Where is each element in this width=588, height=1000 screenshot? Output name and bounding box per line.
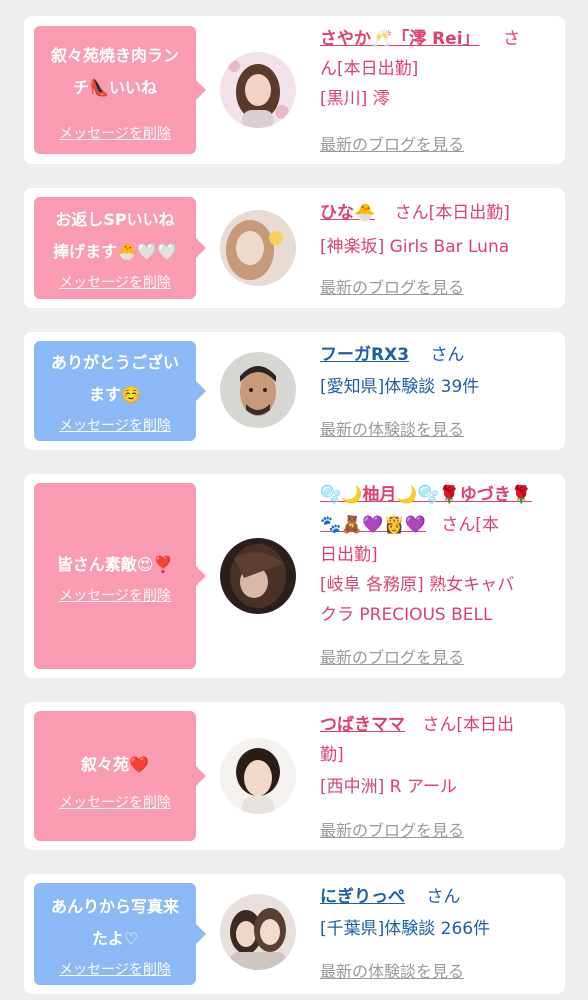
user-name-link[interactable]: さやか🥂「澪 Rei」 (320, 29, 480, 49)
avatar[interactable] (220, 538, 296, 614)
avatar[interactable] (220, 738, 296, 814)
avatar[interactable] (220, 210, 296, 286)
message-card: あんりから写真来 たよ♡ メッセージを削除 にぎりっぺ さん [千葉県]体験談 … (24, 874, 565, 994)
message-text: 叙々苑焼き肉ラン チ👠いいね (50, 46, 179, 97)
user-suffix: 日出勤] (320, 545, 378, 565)
user-shop: [黒川] 澪 (320, 89, 390, 109)
message-text: 皆さん素敵😍❣️ (56, 555, 174, 574)
user-suffix: さん[本日出勤] (394, 203, 510, 223)
user-name-link[interactable]: にぎりっぺ (320, 887, 405, 907)
user-suffix: さん[本日出 (422, 715, 515, 735)
message-card: お返しSPいいね 捧げます🐣🤍🤍 メッセージを削除 ひな🐣 さん[本日出勤] [… (24, 188, 565, 308)
user-info: フーガRX3 さん [愛知県]体験談 39件 (320, 340, 550, 402)
avatar-man-icon (220, 352, 296, 428)
user-stats: [千葉県]体験談 266件 (320, 919, 491, 939)
user-shop: [神楽坂] Girls Bar Luna (320, 237, 510, 257)
delete-message-link[interactable]: メッセージを削除 (34, 415, 196, 435)
latest-review-link[interactable]: 最新の体験談を見る (320, 958, 464, 982)
message-card: 叙々苑❤️ メッセージを削除 つばきママ さん[本日出 勤] [西中洲] R ア… (24, 702, 565, 850)
latest-blog-link[interactable]: 最新のブログを見る (320, 817, 464, 841)
delete-message-link[interactable]: メッセージを削除 (34, 959, 196, 979)
delete-message-link[interactable]: メッセージを削除 (34, 123, 196, 143)
message-bubble: あんりから写真来 たよ♡ メッセージを削除 (34, 883, 206, 985)
message-bubble: 叙々苑焼き肉ラン チ👠いいね メッセージを削除 (34, 26, 206, 154)
avatar[interactable] (220, 52, 296, 128)
user-shop: クラ PRECIOUS BELL (320, 605, 493, 625)
user-suffix: さ (502, 29, 520, 49)
user-suffix: 勤] (320, 745, 344, 765)
avatar[interactable] (220, 894, 296, 970)
latest-blog-link[interactable]: 最新のブログを見る (320, 644, 464, 668)
message-text: お返しSPいいね 捧げます🐣🤍🤍 (53, 210, 177, 261)
user-name-link[interactable]: 🫧🌙柚月🌙🫧🌹ゆづき🌹🐾🧸💜👸💜 (320, 485, 532, 535)
message-card: 叙々苑焼き肉ラン チ👠いいね メッセージを削除 さやか🥂「澪 Rei」 さ ん[… (24, 16, 565, 164)
user-suffix: さん[本 (441, 515, 499, 535)
user-name-link[interactable]: フーガRX3 (320, 345, 409, 365)
user-name-link[interactable]: つばきママ (320, 715, 405, 735)
message-card: ありがとうござい ます☺️ メッセージを削除 フーガRX3 さん [愛知県]体験… (24, 332, 565, 450)
avatar-couple-icon (220, 894, 296, 970)
message-bubble: 皆さん素敵😍❣️ メッセージを削除 (34, 483, 206, 669)
user-suffix: さん (426, 887, 461, 907)
delete-message-link[interactable]: メッセージを削除 (34, 792, 196, 812)
user-info: 🫧🌙柚月🌙🫧🌹ゆづき🌹🐾🧸💜👸💜 さん[本 日出勤] [岐阜 各務原] 熟女キャ… (320, 480, 552, 630)
user-shop: [西中洲] R アール (320, 777, 457, 797)
latest-blog-link[interactable]: 最新のブログを見る (320, 131, 464, 155)
message-text: 叙々苑❤️ (81, 755, 149, 774)
avatar-woman-icon (220, 738, 296, 814)
avatar[interactable] (220, 352, 296, 428)
user-info: つばきママ さん[本日出 勤] [西中洲] R アール (320, 710, 550, 802)
delete-message-link[interactable]: メッセージを削除 (34, 585, 196, 605)
message-bubble: ありがとうござい ます☺️ メッセージを削除 (34, 341, 206, 441)
message-text: あんりから写真来 たよ♡ (50, 897, 179, 948)
user-info: さやか🥂「澪 Rei」 さ ん[本日出勤] [黒川] 澪 (320, 24, 550, 114)
avatar-woman-icon (220, 210, 296, 286)
message-text: ありがとうござい ます☺️ (50, 353, 179, 404)
delete-message-link[interactable]: メッセージを削除 (34, 272, 196, 292)
user-shop: [岐阜 各務原] 熟女キャバ (320, 575, 515, 595)
user-info: ひな🐣 さん[本日出勤] [神楽坂] Girls Bar Luna (320, 198, 550, 262)
latest-review-link[interactable]: 最新の体験談を見る (320, 416, 464, 440)
user-suffix: さん (430, 345, 465, 365)
message-bubble: 叙々苑❤️ メッセージを削除 (34, 711, 206, 841)
latest-blog-link[interactable]: 最新のブログを見る (320, 274, 464, 298)
user-info: にぎりっぺ さん [千葉県]体験談 266件 (320, 882, 550, 944)
user-name-link[interactable]: ひな🐣 (320, 203, 375, 223)
message-bubble: お返しSPいいね 捧げます🐣🤍🤍 メッセージを削除 (34, 197, 206, 299)
message-card: 皆さん素敵😍❣️ メッセージを削除 🫧🌙柚月🌙🫧🌹ゆづき🌹🐾🧸💜👸💜 さん[本 … (24, 474, 565, 678)
avatar-woman-icon (220, 538, 296, 614)
user-suffix: ん[本日出勤] (320, 59, 419, 79)
user-stats: [愛知県]体験談 39件 (320, 377, 480, 397)
avatar-woman-icon (220, 52, 296, 128)
